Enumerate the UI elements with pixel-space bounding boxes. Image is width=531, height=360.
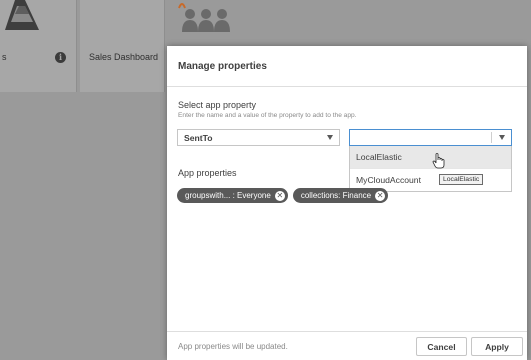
- manage-properties-dialog: Manage properties Select app property En…: [167, 46, 527, 360]
- hand-pointer-icon: [432, 153, 445, 169]
- app-thumbnail-icon: [5, 0, 39, 30]
- chevron-down-icon: [499, 135, 505, 140]
- remove-chip-icon[interactable]: ✕: [274, 190, 285, 201]
- app-card-sales-dashboard[interactable]: [80, 0, 230, 92]
- dialog-title: Manage properties: [178, 61, 267, 72]
- value-dropdown-list: LocalElastic MyCloudAccount: [349, 146, 512, 192]
- dialog-header: Manage properties: [167, 46, 527, 87]
- select-property-description: Enter the name and a value of the proper…: [178, 112, 357, 119]
- property-chip-label: groupswith... : Everyone: [185, 191, 271, 200]
- property-chip: groupswith... : Everyone ✕: [177, 188, 288, 203]
- property-chip-label: collections: Finance: [300, 191, 372, 200]
- info-icon[interactable]: i: [55, 52, 66, 63]
- dropdown-option-localelastic[interactable]: LocalElastic: [350, 146, 511, 169]
- property-select-value: SentTo: [184, 133, 213, 143]
- app-card-label: s: [2, 52, 7, 62]
- dialog-footer: App properties will be updated. Cancel A…: [167, 331, 527, 360]
- users-thumbnail-icon: [178, 3, 230, 32]
- app-properties-heading: App properties: [178, 168, 237, 178]
- property-chip: collections: Finance ✕: [292, 188, 389, 203]
- value-select[interactable]: [349, 129, 512, 146]
- select-divider: [491, 132, 492, 143]
- remove-chip-icon[interactable]: ✕: [375, 190, 386, 201]
- apply-button[interactable]: Apply: [471, 337, 523, 356]
- app-card-left[interactable]: [0, 0, 77, 92]
- app-properties-chips: groupswith... : Everyone ✕ collections: …: [177, 188, 389, 203]
- app-card-label-sales-dashboard: Sales Dashboard: [89, 52, 159, 62]
- cancel-button[interactable]: Cancel: [416, 337, 467, 356]
- property-select[interactable]: SentTo: [177, 129, 340, 146]
- option-tooltip: LocalElastic: [439, 174, 484, 185]
- select-property-heading: Select app property: [178, 100, 257, 110]
- chevron-down-icon: [327, 135, 333, 140]
- footer-note: App properties will be updated.: [178, 342, 288, 351]
